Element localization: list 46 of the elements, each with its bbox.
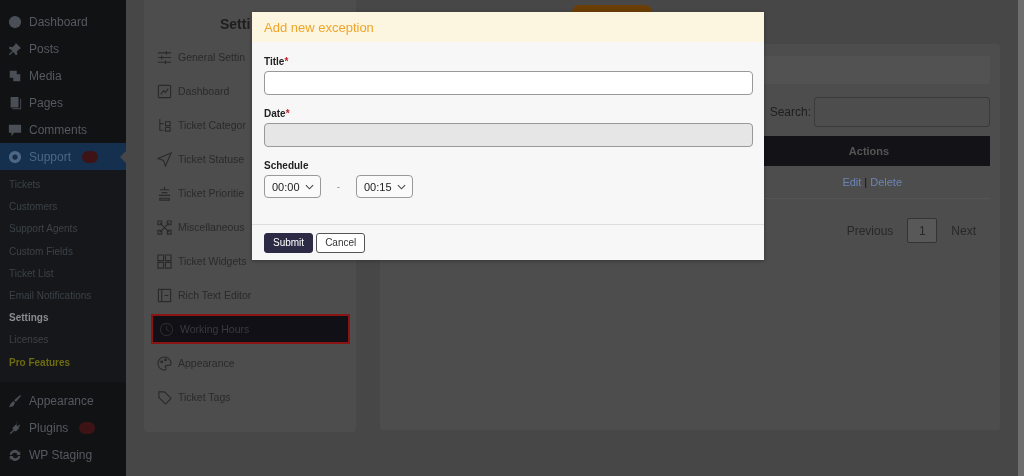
field-label: Schedule — [264, 160, 310, 171]
chart-icon — [157, 83, 172, 99]
dialog-title: Add new exception — [264, 19, 374, 35]
send-icon — [157, 151, 172, 167]
edit-link[interactable]: Edit — [842, 176, 862, 188]
delete-link[interactable]: Delete — [870, 176, 902, 188]
layers-icon — [157, 185, 172, 201]
field-label: Date* — [264, 108, 291, 119]
brush-icon — [8, 394, 22, 409]
chevron-icon — [397, 183, 406, 190]
clock-icon — [159, 321, 174, 337]
separator: | — [864, 176, 868, 188]
palette-icon — [157, 355, 172, 371]
comment-icon — [8, 122, 22, 137]
submenu-item[interactable]: Pro Features — [0, 351, 126, 374]
tag-icon — [157, 389, 172, 405]
input-field[interactable] — [264, 71, 753, 95]
media-icon — [8, 68, 22, 83]
menu-item[interactable]: Support — [0, 143, 126, 170]
menu-item[interactable]: Dashboard — [0, 8, 126, 35]
editor-icon — [157, 287, 172, 303]
menu-item[interactable]: Media — [0, 62, 126, 89]
field-label: Title* — [264, 56, 290, 67]
lifebuoy-icon — [8, 149, 22, 164]
range-separator: - — [335, 181, 342, 192]
plug-icon — [8, 421, 22, 436]
sliders-icon — [157, 49, 172, 65]
menu-item[interactable]: Appearance — [0, 387, 126, 415]
cross-icon — [157, 219, 172, 235]
menu-item[interactable]: WP Staging — [0, 441, 126, 469]
grid-icon — [157, 253, 172, 269]
menu-item[interactable]: Pages — [0, 89, 126, 116]
chevron-icon — [305, 183, 314, 190]
submenu-item[interactable]: Settings — [0, 307, 126, 330]
pages-icon — [8, 95, 22, 110]
time-dropdown[interactable]: 00:00 — [264, 175, 321, 198]
column-header: Actions — [847, 145, 891, 157]
sync-icon — [8, 448, 22, 463]
menu-item[interactable]: Comments — [0, 116, 126, 143]
pin-icon — [8, 41, 22, 56]
menu-item[interactable]: Posts — [0, 35, 126, 62]
time-dropdown[interactable]: 00:15 — [356, 175, 413, 198]
cancel-button[interactable]: Cancel — [316, 232, 366, 253]
menu-item[interactable]: Plugins — [0, 414, 126, 442]
tree-icon — [157, 117, 172, 133]
submit-button[interactable]: Submit — [264, 232, 314, 253]
